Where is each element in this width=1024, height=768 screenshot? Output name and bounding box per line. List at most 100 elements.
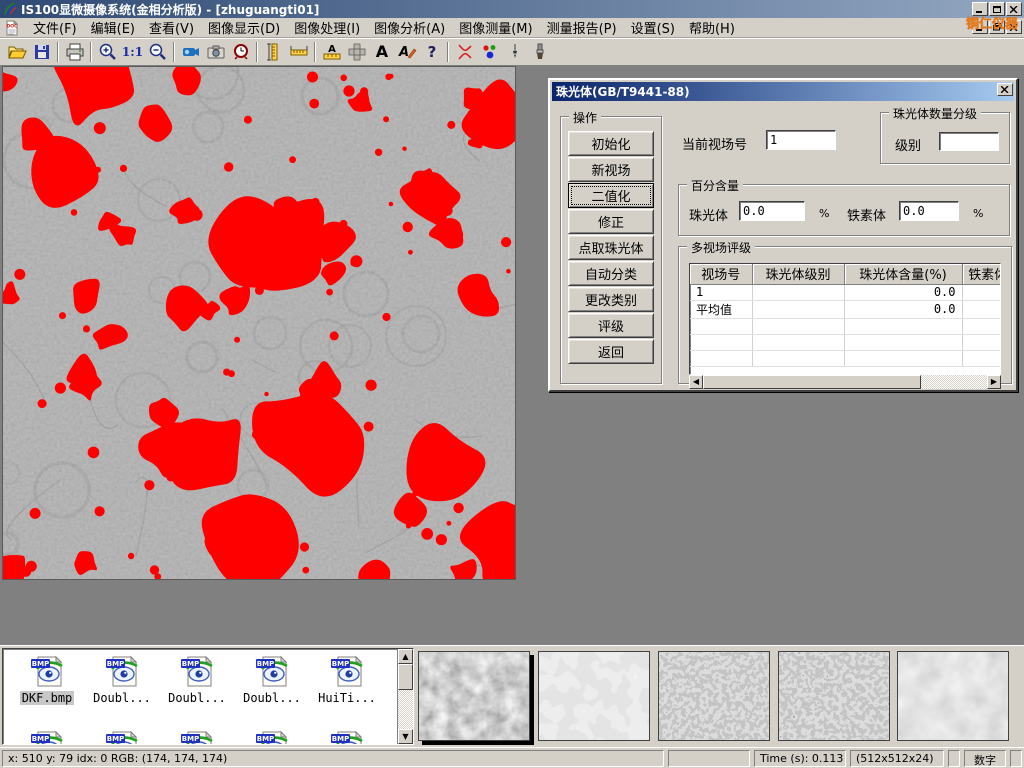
file-item[interactable]: BMP [86,729,158,745]
status-spacer [668,750,750,767]
file-list-scrollbar[interactable]: ▲ ▼ [397,649,413,744]
table-row [690,318,1001,334]
minimize-button[interactable] [972,2,988,16]
markers-button[interactable] [477,40,502,64]
scrollbar-track[interactable] [921,375,987,389]
status-spacer [1010,750,1022,767]
text-button[interactable]: A [369,40,394,64]
measure-text-button[interactable]: A [319,40,344,64]
file-item[interactable]: BMP HuiTi... [311,654,383,705]
scroll-up-arrow-icon[interactable]: ▲ [398,649,413,664]
svg-text:BMP: BMP [32,660,49,668]
child-restore-button[interactable] [989,20,1005,34]
col-field-no[interactable]: 视场号 [690,264,752,284]
file-item[interactable]: BMP [11,729,83,745]
ferrite-unit: % [973,207,983,220]
spline-button[interactable] [452,40,477,64]
operations-group-label: 操作 [569,109,601,126]
timer-button[interactable] [228,40,253,64]
actual-size-button[interactable]: 1:1 [120,40,145,64]
thumbnail-1[interactable] [418,651,530,741]
zoom-in-button[interactable] [95,40,120,64]
rating-table[interactable]: 视场号 珠光体级别 珠光体含量(%) 铁素体含量(%) 1 0.0 平均值 0.… [689,263,1001,375]
file-item[interactable]: BMP Doubl... [86,654,158,705]
menu-image-measure[interactable]: 图像测量(M) [452,16,539,39]
scroll-left-arrow-icon[interactable]: ◀ [689,375,703,389]
change-class-button[interactable]: 更改类别 [568,287,654,312]
file-item[interactable]: BMP [161,729,233,745]
table-row[interactable]: 1 0.0 [690,284,1001,300]
help-button[interactable]: ? [419,40,444,64]
menu-image-analysis[interactable]: 图像分析(A) [367,16,452,39]
video-capture-button[interactable] [178,40,203,64]
scroll-down-arrow-icon[interactable]: ▼ [398,729,413,744]
menu-view[interactable]: 查看(V) [142,16,201,39]
table-row[interactable]: 平均值 0.0 [690,300,1001,318]
auto-classify-button[interactable]: 自动分类 [568,261,654,286]
col-ferrite-content[interactable]: 铁素体含量(%) [962,264,1001,284]
close-button[interactable] [1006,2,1022,16]
return-button[interactable]: 返回 [568,339,654,364]
current-field-input[interactable] [766,130,836,150]
file-item[interactable]: BMP [236,729,308,745]
snapshot-button[interactable] [203,40,228,64]
scroll-right-arrow-icon[interactable]: ▶ [987,375,1001,389]
pearlite-unit: % [819,207,829,220]
zoom-out-button[interactable] [145,40,170,64]
bmp-file-icon: BMP [329,654,365,688]
svg-text:BMP: BMP [182,660,199,668]
save-button[interactable] [29,40,54,64]
col-pearlite-content[interactable]: 珠光体含量(%) [844,264,962,284]
col-pearlite-grade[interactable]: 珠光体级别 [752,264,844,284]
menu-image-processing[interactable]: 图像处理(I) [287,16,367,39]
print-button[interactable] [62,40,87,64]
thumbnail-4[interactable] [778,651,890,741]
menu-file[interactable]: 文件(F) [26,16,84,39]
scrollbar-thumb[interactable] [398,664,413,690]
toolbar-separator [173,42,175,62]
ruler-button[interactable] [286,40,311,64]
thumbnail-5[interactable] [897,651,1009,741]
binarize-button[interactable]: 二值化 [568,183,654,208]
child-minimize-button[interactable] [972,20,988,34]
brush-button[interactable] [527,40,552,64]
correct-button[interactable]: 修正 [568,209,654,234]
level-input[interactable] [939,132,999,151]
thumbnail-2[interactable] [538,651,650,741]
menu-edit[interactable]: 编辑(E) [84,16,142,39]
grade-button[interactable]: 评级 [568,313,654,338]
file-listbox[interactable]: BMP DKF.bmp BMP Doubl... BMP Doubl... BM… [2,648,414,745]
svg-text:BMP: BMP [257,660,274,668]
dialog-close-button[interactable] [997,83,1013,96]
menu-image-display[interactable]: 图像显示(D) [201,16,287,39]
bmp-file-icon: BMP [254,729,290,745]
annotate-button[interactable]: A [394,40,419,64]
table-horizontal-scrollbar[interactable]: ◀ ▶ [689,375,1001,389]
thumbnail-3[interactable] [658,651,770,741]
ferrite-percent-input[interactable] [899,201,959,221]
new-field-button[interactable]: 新视场 [568,157,654,182]
open-button[interactable] [4,40,29,64]
micrograph-canvas[interactable] [2,66,516,580]
merge-grid-button[interactable] [344,40,369,64]
bmp-file-icon: BMP [29,654,65,688]
scrollbar-thumb[interactable] [703,375,921,389]
file-item[interactable]: BMP Doubl... [161,654,233,705]
pick-pearlite-button[interactable]: 点取珠光体 [568,235,654,260]
menu-settings[interactable]: 设置(S) [624,16,682,39]
file-item[interactable]: BMP Doubl... [236,654,308,705]
pearlite-percent-input[interactable] [739,201,805,221]
pen-button[interactable] [502,40,527,64]
time-status: Time (s): 0.113 [754,750,846,767]
file-item[interactable]: BMP [311,729,383,745]
menu-help[interactable]: 帮助(H) [682,16,742,39]
dialog-title-bar[interactable]: 珠光体(GB/T9441-88) [552,82,1014,101]
menu-measure-report[interactable]: 测量报告(P) [540,16,624,39]
file-item[interactable]: BMP DKF.bmp [11,654,83,705]
svg-text:BMP: BMP [107,660,124,668]
maximize-button[interactable] [989,2,1005,16]
init-button[interactable]: 初始化 [568,131,654,156]
caliper-button[interactable] [261,40,286,64]
child-close-button[interactable] [1006,20,1022,34]
camera-icon [206,42,226,62]
